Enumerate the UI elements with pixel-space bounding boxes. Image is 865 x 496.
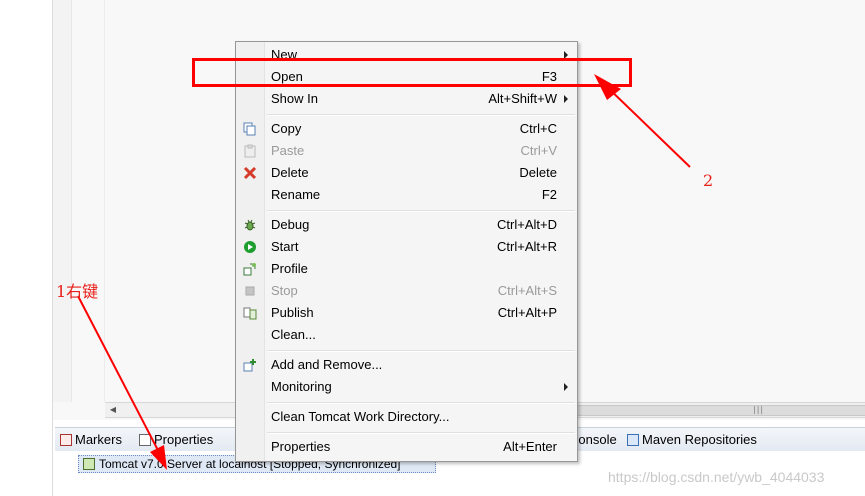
menu-item-start[interactable]: Start Ctrl+Alt+R (236, 236, 577, 258)
stop-icon (243, 284, 257, 298)
tab-markers[interactable]: Markers (60, 432, 122, 448)
menu-item-label: Properties (271, 439, 331, 454)
menu-item-label: Paste (271, 143, 305, 158)
editor-ruler (104, 0, 105, 402)
server-icon (83, 458, 95, 470)
tab-properties[interactable]: Properties (139, 432, 213, 448)
menu-item-copy[interactable]: Copy Ctrl+C (236, 118, 577, 140)
menu-item-monitoring[interactable]: Monitoring (236, 376, 577, 398)
menu-item-label: Show In (271, 91, 318, 106)
menu-item-label: Start (271, 239, 299, 254)
submenu-arrow-icon (564, 383, 568, 391)
profile-icon (243, 262, 257, 276)
menu-separator (267, 114, 575, 116)
menu-item-shortcut: Ctrl+V (520, 143, 557, 158)
menu-item-label: Debug (271, 217, 310, 232)
left-margin (0, 0, 52, 496)
menu-item-shortcut: Delete (519, 165, 557, 180)
publish-icon (243, 306, 257, 320)
menu-item-clean[interactable]: Clean... (236, 324, 577, 346)
menu-item-publish[interactable]: Publish Ctrl+Alt+P (236, 302, 577, 324)
menu-separator (267, 432, 575, 434)
watermark: https://blog.csdn.net/ywb_4044033 (608, 469, 825, 485)
menu-item-show-in[interactable]: Show In Alt+Shift+W (236, 88, 577, 110)
menu-item-add-and-remove[interactable]: Add and Remove... (236, 354, 577, 376)
menu-item-label: Copy (271, 121, 302, 136)
menu-item-shortcut: Alt+Shift+W (488, 91, 557, 106)
menu-item-shortcut: Ctrl+C (519, 121, 557, 136)
menu-item-label: Delete (271, 165, 309, 180)
submenu-arrow-icon (564, 95, 568, 103)
editor-gutter (53, 0, 72, 402)
markers-icon (60, 434, 72, 446)
scrollbar-grip-icon: ||| (753, 405, 765, 414)
paste-icon (243, 144, 257, 158)
tab-maven-repositories[interactable]: Maven Repositories (627, 432, 757, 448)
tab-label: Markers (75, 432, 122, 447)
add-remove-icon (243, 358, 257, 372)
menu-item-label: Profile (271, 261, 308, 276)
menu-separator (267, 402, 575, 404)
menu-item-shortcut: Alt+Enter (503, 439, 557, 454)
maven-repositories-icon (627, 434, 639, 446)
menu-item-label: Clean Tomcat Work Directory... (271, 409, 450, 424)
menu-separator (267, 210, 575, 212)
menu-item-label: Clean... (271, 327, 316, 342)
menu-item-rename[interactable]: Rename F2 (236, 184, 577, 206)
open-highlight-box (192, 58, 632, 87)
menu-item-label: Publish (271, 305, 314, 320)
menu-item-shortcut: Ctrl+Alt+R (497, 239, 557, 254)
menu-item-shortcut: Ctrl+Alt+S (497, 283, 557, 298)
annotation-step-1: 1右键 (56, 282, 99, 301)
tab-label: Properties (154, 432, 214, 447)
menu-item-label: Stop (271, 283, 298, 298)
copy-icon (243, 122, 257, 136)
context-menu: New Open F3 Show In Alt+Shift+W Copy Ctr… (235, 41, 578, 462)
menu-item-label: Monitoring (271, 379, 332, 394)
menu-separator (267, 350, 575, 352)
scroll-left-icon[interactable]: ◀ (107, 404, 119, 416)
menu-item-shortcut: Ctrl+Alt+P (497, 305, 557, 320)
menu-item-debug[interactable]: Debug Ctrl+Alt+D (236, 214, 577, 236)
menu-item-shortcut: F2 (541, 187, 557, 202)
menu-item-profile[interactable]: Profile (236, 258, 577, 280)
menu-item-stop[interactable]: Stop Ctrl+Alt+S (236, 280, 577, 302)
delete-icon (243, 166, 257, 180)
menu-item-properties[interactable]: Properties Alt+Enter (236, 436, 577, 458)
tab-label: Maven Repositories (642, 432, 757, 447)
menu-item-label: Add and Remove... (271, 357, 383, 372)
debug-icon (243, 218, 257, 232)
menu-item-label: Rename (271, 187, 321, 202)
start-icon (243, 240, 257, 254)
properties-icon (139, 434, 151, 446)
annotation-step-2: 2 (703, 171, 714, 190)
menu-item-delete[interactable]: Delete Delete (236, 162, 577, 184)
menu-item-shortcut: Ctrl+Alt+D (497, 217, 557, 232)
menu-item-paste[interactable]: Paste Ctrl+V (236, 140, 577, 162)
menu-item-clean-tomcat-work-directory[interactable]: Clean Tomcat Work Directory... (236, 406, 577, 428)
